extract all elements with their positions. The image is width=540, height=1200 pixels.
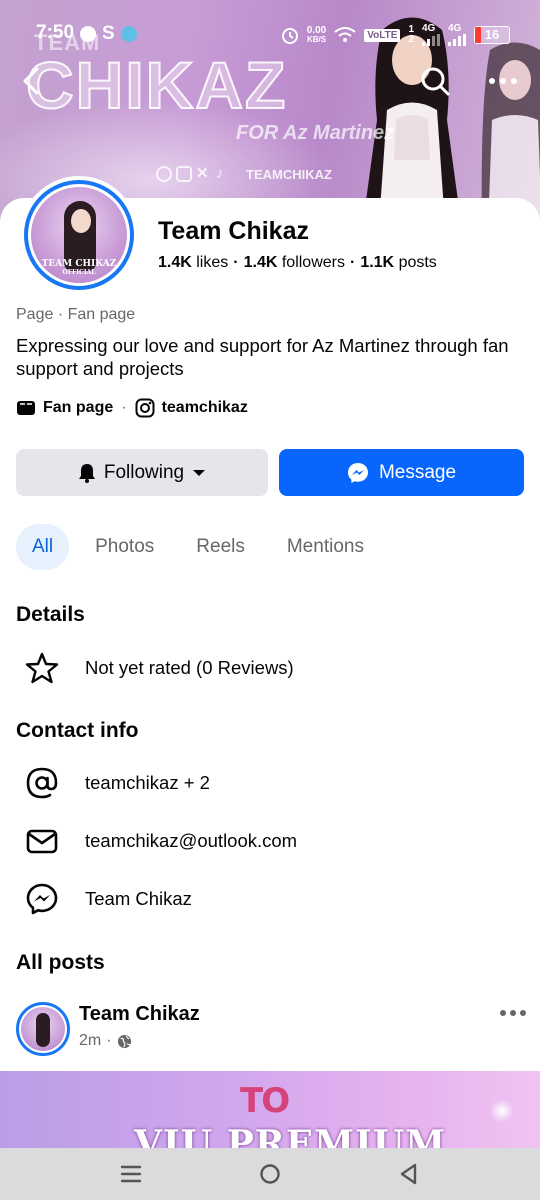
page-category: Page · Fan page <box>16 306 136 323</box>
contact-heading: Contact info <box>16 719 139 742</box>
meta-instagram-link[interactable]: teamchikaz <box>135 398 248 418</box>
avatar-image: TEAM CHIKAZ OFFICIAL <box>31 187 127 283</box>
cover-socials: ✕ ♪ TEAMCHIKAZ <box>156 166 332 182</box>
bell-icon <box>78 463 95 483</box>
post-image-logo: TO <box>240 1081 290 1121</box>
tab-all[interactable]: All <box>16 524 70 570</box>
page-bio: Expressing our love and support for Az M… <box>16 335 509 379</box>
contact-username-row[interactable]: teamchikaz + 2 <box>24 765 210 801</box>
contact-messenger-row[interactable]: Team Chikaz <box>24 881 192 917</box>
home-icon[interactable] <box>257 1161 283 1187</box>
stats-separator: · <box>349 254 356 271</box>
cover-title: CHIKAZ <box>25 48 288 122</box>
volte-badge: VoLTE <box>364 28 401 42</box>
post-avatar-image <box>21 1007 65 1051</box>
sim-indicator: 1 2 <box>408 24 414 45</box>
avatar-label: TEAM CHIKAZ OFFICIAL <box>41 259 117 276</box>
back-triangle-icon[interactable] <box>396 1161 422 1187</box>
alarm-icon <box>281 28 298 44</box>
stats-separator: · <box>233 254 239 271</box>
signal-2: 4G <box>448 24 466 46</box>
messenger-outline-icon <box>24 881 60 917</box>
net-speed: 0.00 KB/S <box>306 25 327 44</box>
cover-for-text: FOR Az Martinez <box>236 122 395 144</box>
battery-indicator: 16 <box>474 26 510 44</box>
tiktok-icon: ♪ <box>216 165 224 182</box>
rating-text: Not yet rated (0 Reviews) <box>85 657 294 678</box>
status-right: 0.00 KB/S VoLTE 1 2 4G 4G 16 <box>281 24 510 46</box>
likes-count: 1.4K <box>158 254 192 271</box>
search-icon[interactable] <box>418 64 452 98</box>
globe-icon <box>117 1034 131 1048</box>
profile-stats[interactable]: 1.4K likes · 1.4K followers · 1.1K posts <box>158 254 437 272</box>
following-button[interactable]: Following <box>16 449 268 496</box>
p-app-icon <box>120 26 137 42</box>
caret-down-icon <box>193 469 206 476</box>
s-app-icon: S <box>102 23 115 44</box>
post-image[interactable]: TO VIU PREMIUM <box>0 1071 540 1149</box>
profile-meta: Fan page · teamchikaz <box>16 398 248 418</box>
status-bar: 7:50 S 0.00 KB/S VoLTE 1 2 4G 4G 16 <box>0 18 540 52</box>
star-icon <box>24 650 60 686</box>
facebook-icon <box>156 166 172 182</box>
instagram-icon <box>176 166 192 182</box>
post-author-name[interactable]: Team Chikaz <box>79 1003 200 1026</box>
video-page-icon <box>17 401 35 415</box>
followers-count: 1.4K <box>243 254 278 271</box>
avatar-border: TEAM CHIKAZ OFFICIAL <box>24 180 134 290</box>
posts-label: posts <box>398 254 437 271</box>
wifi-icon <box>334 27 356 42</box>
details-heading: Details <box>16 603 85 626</box>
tab-reels[interactable]: Reels <box>180 524 261 570</box>
profile-avatar[interactable]: TEAM CHIKAZ OFFICIAL <box>20 176 138 294</box>
recent-apps-icon[interactable] <box>118 1161 144 1187</box>
x-icon: ✕ <box>196 165 209 182</box>
cover-social-handle: TEAMCHIKAZ <box>246 166 332 182</box>
status-time: 7:50 <box>36 22 75 43</box>
contact-messenger: Team Chikaz <box>85 888 192 909</box>
contact-email-row[interactable]: teamchikaz@outlook.com <box>24 823 297 859</box>
envelope-icon <box>24 823 60 859</box>
notification-icons: S <box>80 23 137 45</box>
post-more-icon[interactable] <box>496 1000 530 1026</box>
tab-mentions[interactable]: Mentions <box>271 524 380 570</box>
signal-bars-icon <box>422 34 440 46</box>
at-sign-icon <box>24 765 60 801</box>
posts-count: 1.1K <box>360 254 395 271</box>
message-button[interactable]: Message <box>279 449 524 496</box>
post-time: 2m <box>79 1032 102 1049</box>
avatar-face <box>71 209 91 233</box>
contact-username: teamchikaz + 2 <box>85 772 210 793</box>
messenger-notification-icon <box>80 26 96 42</box>
rating-row[interactable]: Not yet rated (0 Reviews) <box>24 650 294 686</box>
post-avatar-figure <box>36 1013 50 1047</box>
post-meta: 2m · <box>79 1032 132 1050</box>
instagram-icon <box>135 398 155 418</box>
messenger-icon <box>347 462 368 483</box>
meta-separator: · <box>121 399 127 416</box>
sparkle-decoration <box>490 1099 514 1123</box>
post-meta-separator: · <box>106 1032 112 1049</box>
meta-fan-page: Fan page <box>16 399 113 417</box>
back-arrow-icon[interactable] <box>16 64 50 98</box>
system-navigation-bar <box>0 1148 540 1200</box>
post-author-avatar[interactable] <box>16 1002 70 1056</box>
post-image-headline: VIU PREMIUM <box>134 1123 447 1149</box>
more-options-icon[interactable] <box>486 64 520 98</box>
page-title: Team Chikaz <box>158 217 309 245</box>
tab-photos[interactable]: Photos <box>79 524 170 570</box>
contact-email: teamchikaz@outlook.com <box>85 830 298 851</box>
profile-tabs: All Photos Reels Mentions <box>16 524 390 570</box>
signal-1: 4G <box>422 24 440 46</box>
all-posts-heading: All posts <box>16 951 105 974</box>
likes-label: likes <box>196 254 229 271</box>
signal-bars-icon <box>448 34 466 46</box>
followers-label: followers <box>281 254 345 271</box>
